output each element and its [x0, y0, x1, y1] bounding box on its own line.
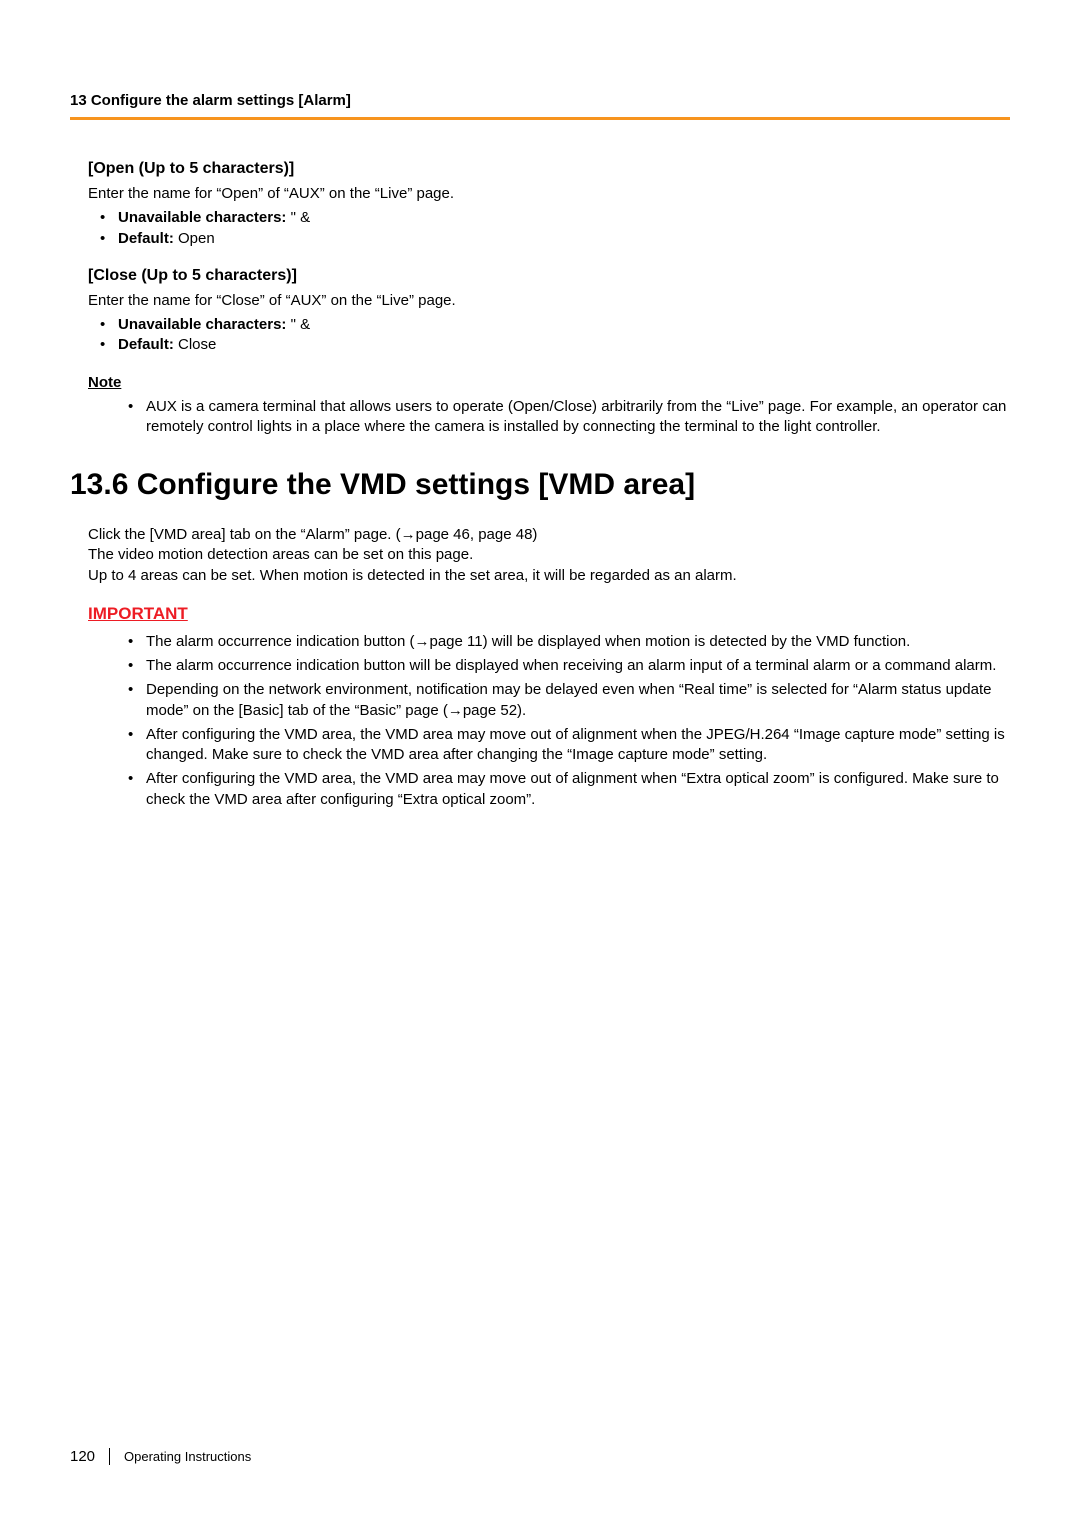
open-bullet-unavailable-value: " & — [291, 209, 311, 226]
arrow-icon: → — [401, 526, 416, 543]
important-item-1: The alarm occurrence indication button (… — [118, 632, 1010, 652]
intro-line1a: Click the [VMD area] tab on the “Alarm” … — [88, 526, 401, 543]
open-bullet-list: Unavailable characters: " & Default: Ope… — [88, 208, 1010, 249]
important-item-5: After configuring the VMD area, the VMD … — [118, 769, 1010, 810]
page-container: 13 Configure the alarm settings [Alarm] … — [0, 0, 1080, 1527]
note-list: AUX is a camera terminal that allows use… — [118, 397, 1010, 438]
important-item-4: After configuring the VMD area, the VMD … — [118, 725, 1010, 766]
close-bullet-list: Unavailable characters: " & Default: Clo… — [88, 315, 1010, 356]
section-intro: Click the [VMD area] tab on the “Alarm” … — [88, 525, 1010, 586]
open-bullet-default-value: Open — [178, 230, 215, 247]
important-item-3b: page 52). — [463, 702, 526, 719]
open-bullet-unavailable: Unavailable characters: " & — [88, 208, 1010, 228]
page-footer: 120 Operating Instructions — [70, 1448, 251, 1465]
close-bullet-default: Default: Close — [88, 335, 1010, 355]
intro-line2: The video motion detection areas can be … — [88, 546, 473, 563]
close-bullet-default-value: Close — [178, 336, 216, 353]
important-list: The alarm occurrence indication button (… — [118, 632, 1010, 810]
footer-label: Operating Instructions — [124, 1449, 251, 1464]
open-bullet-default-label: Default: — [118, 230, 178, 247]
important-item-3a: Depending on the network environment, no… — [146, 681, 991, 718]
intro-line3: Up to 4 areas can be set. When motion is… — [88, 567, 737, 584]
important-item-2: The alarm occurrence indication button w… — [118, 656, 1010, 676]
close-subsection-title: [Close (Up to 5 characters)] — [88, 267, 1010, 285]
open-description: Enter the name for “Open” of “AUX” on th… — [88, 184, 1010, 204]
close-description: Enter the name for “Close” of “AUX” on t… — [88, 291, 1010, 311]
note-item: AUX is a camera terminal that allows use… — [118, 397, 1010, 438]
important-item-3: Depending on the network environment, no… — [118, 680, 1010, 721]
running-header: 13 Configure the alarm settings [Alarm] — [70, 92, 1010, 109]
note-label: Note — [88, 374, 1010, 391]
intro-line1b: page 46, page 48) — [416, 526, 538, 543]
close-bullet-unavailable: Unavailable characters: " & — [88, 315, 1010, 335]
section-heading: 13.6 Configure the VMD settings [VMD are… — [70, 467, 1010, 503]
open-subsection-title: [Open (Up to 5 characters)] — [88, 160, 1010, 178]
arrow-icon: → — [414, 633, 429, 650]
important-item-1b: page 11) will be displayed when motion i… — [429, 633, 910, 650]
important-item-1a: The alarm occurrence indication button ( — [146, 633, 414, 650]
close-bullet-default-label: Default: — [118, 336, 178, 353]
close-bullet-unavailable-label: Unavailable characters: — [118, 316, 291, 333]
arrow-icon: → — [448, 702, 463, 719]
open-bullet-default: Default: Open — [88, 229, 1010, 249]
important-label: IMPORTANT — [88, 604, 1010, 624]
close-bullet-unavailable-value: " & — [291, 316, 311, 333]
header-divider — [70, 117, 1010, 120]
page-number: 120 — [70, 1448, 110, 1465]
open-bullet-unavailable-label: Unavailable characters: — [118, 209, 291, 226]
